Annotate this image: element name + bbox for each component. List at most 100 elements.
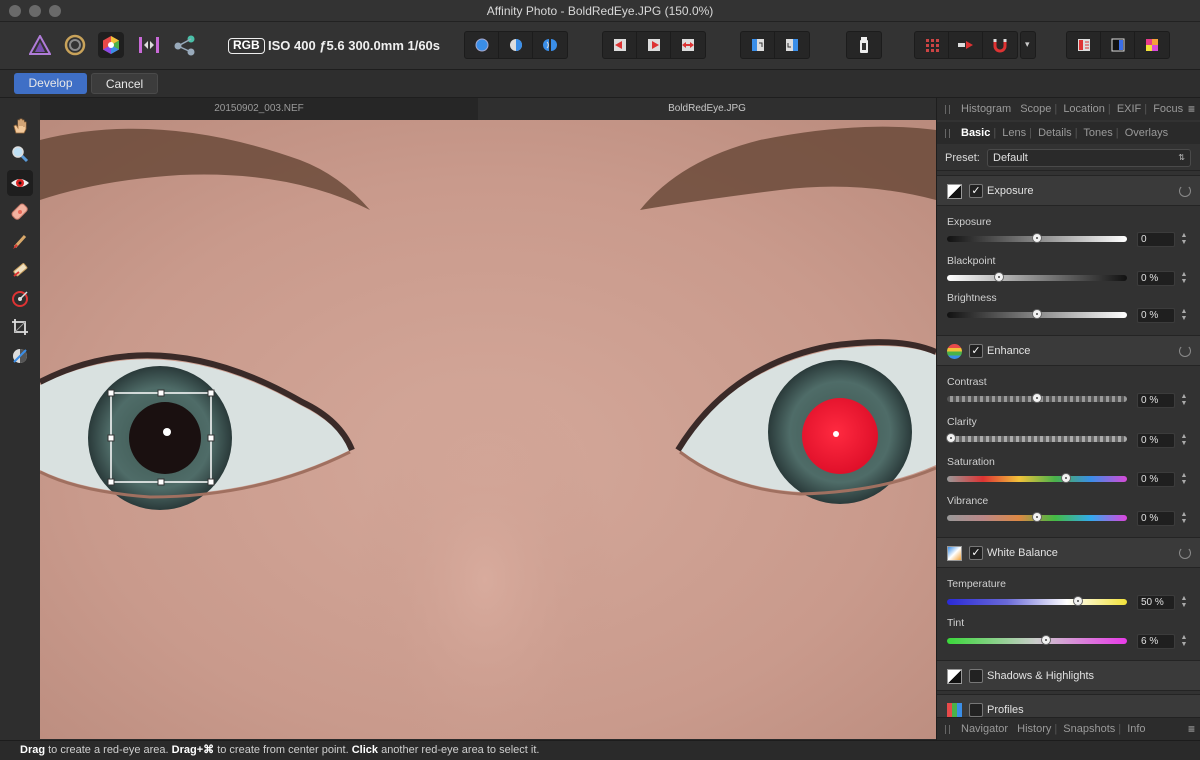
stepper-icon[interactable]: ▲ ▼ [1180, 271, 1188, 286]
tab-exif[interactable]: EXIF [1117, 103, 1141, 115]
panel-menu-icon[interactable]: ≡ [1188, 718, 1195, 740]
enhance-section-header[interactable]: ✓ Enhance [937, 335, 1200, 366]
clarity-value[interactable]: 0 % [1137, 433, 1175, 448]
saturation-slider[interactable] [947, 473, 1127, 483]
slider-thumb[interactable] [1060, 473, 1071, 483]
slider-thumb[interactable] [1073, 596, 1084, 606]
overlay-gradient-icon[interactable] [7, 286, 33, 312]
tone-mapping-persona-icon[interactable] [136, 32, 162, 58]
left-studio-button[interactable] [1067, 32, 1101, 58]
exposure-enable-checkbox[interactable]: ✓ [969, 184, 983, 198]
stepper-icon[interactable]: ▲ ▼ [1180, 595, 1188, 610]
brightness-value[interactable]: 0 % [1137, 308, 1175, 323]
export-persona-icon[interactable] [172, 32, 198, 58]
exposure-section-header[interactable]: ✓ Exposure [937, 175, 1200, 206]
tab-lens[interactable]: Lens [1002, 127, 1026, 139]
overlay-eraser-icon[interactable] [7, 257, 33, 283]
tab-details[interactable]: Details [1038, 127, 1072, 139]
overlay-brush-icon[interactable] [7, 228, 33, 254]
white-balance-picker-icon[interactable] [7, 343, 33, 369]
mirror-view-button[interactable] [533, 32, 567, 58]
document-canvas[interactable] [40, 120, 936, 739]
clip-shadows-button[interactable] [603, 32, 637, 58]
tab-snapshots[interactable]: Snapshots [1063, 723, 1115, 735]
tab-info[interactable]: Info [1127, 723, 1145, 735]
slider-thumb[interactable] [1032, 233, 1042, 243]
split-view-button[interactable] [499, 32, 533, 58]
vibrance-slider[interactable] [947, 512, 1127, 522]
exposure-value[interactable]: 0 [1137, 232, 1175, 247]
minimize-window-button[interactable] [29, 5, 41, 17]
tab-scope[interactable]: Scope [1020, 103, 1051, 115]
reset-icon[interactable] [1179, 547, 1191, 559]
compare-tool-icon[interactable] [847, 32, 881, 58]
brightness-slider[interactable] [947, 309, 1127, 319]
single-view-button[interactable] [465, 32, 499, 58]
cancel-button[interactable]: Cancel [91, 73, 158, 94]
tab-histogram[interactable]: Histogram [961, 103, 1011, 115]
tint-slider[interactable] [947, 635, 1127, 645]
clip-highlights-button[interactable] [637, 32, 671, 58]
profiles-enable-checkbox[interactable] [969, 703, 983, 717]
white-balance-section-header[interactable]: ✓ White Balance [937, 537, 1200, 568]
temperature-slider[interactable] [947, 596, 1127, 606]
crop-tool-icon[interactable] [7, 314, 33, 340]
tab-history[interactable]: History [1017, 723, 1051, 735]
reset-icon[interactable] [1179, 345, 1191, 357]
grid-overlay-button[interactable] [915, 32, 949, 58]
swap-right-button[interactable] [775, 32, 809, 58]
temperature-value[interactable]: 50 % [1137, 595, 1175, 610]
liquify-persona-icon[interactable] [62, 32, 88, 58]
panel-menu-icon[interactable]: ≡ [1188, 98, 1195, 120]
stepper-icon[interactable]: ▲ ▼ [1180, 472, 1188, 487]
photo-persona-icon[interactable] [27, 32, 53, 58]
enhance-enable-checkbox[interactable]: ✓ [969, 344, 983, 358]
stepper-icon[interactable]: ▲ ▼ [1180, 511, 1188, 526]
slider-thumb[interactable] [945, 433, 956, 443]
document-tab-nef[interactable]: 20150902_003.NEF [40, 98, 478, 120]
saturation-value[interactable]: 0 % [1137, 472, 1175, 487]
blemish-tool-icon[interactable] [7, 199, 33, 225]
right-studio-button[interactable] [1101, 32, 1135, 58]
tab-focus[interactable]: Focus [1153, 103, 1183, 115]
snap-button[interactable] [949, 32, 983, 58]
magnet-icon[interactable] [983, 32, 1017, 58]
color-studio-button[interactable] [1135, 32, 1169, 58]
tab-tones[interactable]: Tones [1083, 127, 1112, 139]
snapping-dropdown[interactable]: ▾ [1020, 31, 1036, 59]
close-window-button[interactable] [9, 5, 21, 17]
stepper-icon[interactable]: ▲ ▼ [1180, 634, 1188, 649]
tab-location[interactable]: Location [1063, 103, 1105, 115]
slider-thumb[interactable] [1032, 512, 1042, 522]
blackpoint-value[interactable]: 0 % [1137, 271, 1175, 286]
hand-tool-icon[interactable] [7, 113, 33, 139]
slider-thumb[interactable] [1032, 309, 1042, 319]
preset-select[interactable]: Default ⇅ [987, 149, 1191, 167]
slider-thumb[interactable] [1032, 393, 1042, 403]
tint-value[interactable]: 6 % [1137, 634, 1175, 649]
tab-overlays[interactable]: Overlays [1125, 127, 1168, 139]
develop-button[interactable]: Develop [14, 73, 87, 94]
white-balance-enable-checkbox[interactable]: ✓ [969, 546, 983, 560]
exposure-slider[interactable] [947, 233, 1127, 243]
swap-left-button[interactable] [741, 32, 775, 58]
clip-tones-button[interactable] [671, 32, 705, 58]
zoom-window-button[interactable] [49, 5, 61, 17]
develop-persona-icon[interactable] [98, 32, 124, 58]
slider-thumb[interactable] [1041, 635, 1051, 645]
document-tab-jpg[interactable]: BoldRedEye.JPG [478, 98, 936, 120]
contrast-slider[interactable] [947, 393, 1127, 403]
zoom-tool-icon[interactable] [7, 141, 33, 167]
tab-navigator[interactable]: Navigator [961, 723, 1008, 735]
stepper-icon[interactable]: ▲ ▼ [1180, 433, 1188, 448]
shadows-highlights-section-header[interactable]: Shadows & Highlights [937, 660, 1200, 691]
vibrance-value[interactable]: 0 % [1137, 511, 1175, 526]
shadows-highlights-enable-checkbox[interactable] [969, 669, 983, 683]
slider-thumb[interactable] [994, 272, 1005, 282]
contrast-value[interactable]: 0 % [1137, 393, 1175, 408]
blackpoint-slider[interactable] [947, 272, 1127, 282]
stepper-icon[interactable]: ▲ ▼ [1180, 393, 1188, 408]
stepper-icon[interactable]: ▲ ▼ [1180, 232, 1188, 247]
reset-icon[interactable] [1179, 185, 1191, 197]
stepper-icon[interactable]: ▲ ▼ [1180, 308, 1188, 323]
